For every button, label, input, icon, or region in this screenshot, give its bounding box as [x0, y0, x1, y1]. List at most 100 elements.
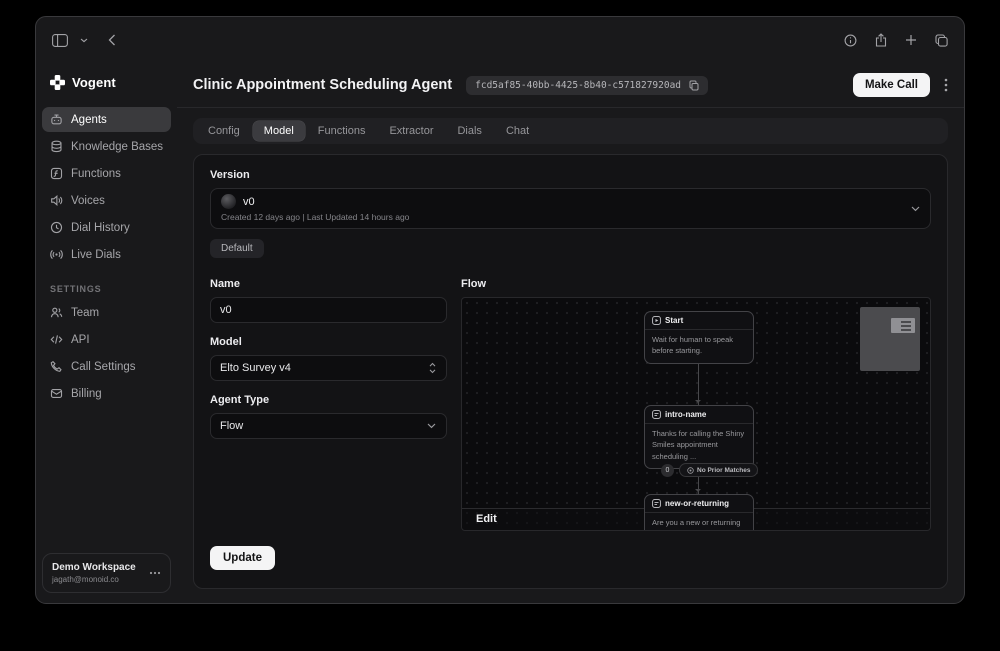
- tab-chat[interactable]: Chat: [495, 121, 540, 141]
- app-window: Vogent Agents Knowledge Bases Functions: [35, 16, 965, 604]
- flow-edit-button[interactable]: Edit: [476, 513, 497, 525]
- flow-node-header: intro-name: [645, 406, 753, 424]
- agents-icon: [50, 113, 63, 126]
- flow-node-body: Thanks for calling the Shiny Smiles appo…: [645, 424, 753, 468]
- agent-tabs: Config Model Functions Extractor Dials C…: [193, 118, 948, 144]
- sidebar-item-live-dials[interactable]: Live Dials: [42, 242, 171, 267]
- flow-node-header: new-or-returning: [645, 495, 753, 513]
- sidebar-item-call-settings[interactable]: Call Settings: [42, 354, 171, 379]
- header-kebab-menu-icon[interactable]: [944, 78, 948, 92]
- flow-node-new-or-returning[interactable]: new-or-returning Are you a new or return…: [644, 494, 754, 531]
- sidebar-item-label: Call Settings: [71, 361, 136, 373]
- sidebar-item-label: Team: [71, 307, 99, 319]
- agent-type-select[interactable]: Flow: [210, 413, 447, 439]
- name-input[interactable]: [210, 297, 447, 323]
- flow-column: Flow Start W: [461, 278, 931, 574]
- tab-overview-icon[interactable]: [935, 34, 948, 47]
- info-icon[interactable]: [844, 34, 857, 47]
- make-call-button[interactable]: Make Call: [853, 73, 930, 97]
- chrome-right-controls: [844, 33, 948, 47]
- window-body: Vogent Agents Knowledge Bases Functions: [36, 63, 964, 603]
- chrome-left-controls: [52, 34, 116, 47]
- version-avatar: [221, 194, 236, 209]
- sidebar-item-billing[interactable]: Billing: [42, 381, 171, 406]
- version-row: v0: [221, 194, 900, 209]
- functions-icon: [50, 167, 63, 180]
- new-tab-icon[interactable]: [905, 34, 917, 46]
- workspace-email: jagath@monoid.co: [52, 575, 136, 584]
- phone-icon: [50, 360, 63, 373]
- sidebar-item-label: Billing: [71, 388, 102, 400]
- flow-node-start[interactable]: Start Wait for human to speak before sta…: [644, 311, 754, 364]
- logo-text: Vogent: [72, 75, 116, 90]
- flow-node-title: intro-name: [665, 410, 706, 419]
- back-icon[interactable]: [108, 34, 116, 46]
- agent-id-value: fcd5af85-40bb-4425-8b40-c571827920ad: [475, 80, 681, 91]
- code-icon: [50, 333, 63, 346]
- form-columns: Name Model Elto Survey v4: [210, 278, 931, 574]
- default-version-chip[interactable]: Default: [210, 239, 264, 258]
- sidebar-item-voices[interactable]: Voices: [42, 188, 171, 213]
- tab-config[interactable]: Config: [197, 121, 251, 141]
- tab-model[interactable]: Model: [253, 121, 305, 141]
- tab-extractor[interactable]: Extractor: [378, 121, 444, 141]
- settings-section-header: SETTINGS: [50, 284, 163, 294]
- prompt-icon: [652, 499, 661, 508]
- flow-node-body: Are you a new or returning patient?: [645, 513, 753, 531]
- sidebar-toggle-icon[interactable]: [52, 34, 68, 47]
- name-field-group: Name: [210, 278, 447, 323]
- agent-type-field-group: Agent Type Flow: [210, 394, 447, 439]
- version-label: Version: [210, 169, 931, 181]
- main-area: Clinic Appointment Scheduling Agent fcd5…: [177, 63, 964, 603]
- tab-dials[interactable]: Dials: [446, 121, 492, 141]
- model-select-value: Elto Survey v4: [220, 362, 291, 374]
- version-select[interactable]: v0 Created 12 days ago | Last Updated 14…: [210, 188, 931, 229]
- knowledge-bases-icon: [50, 140, 63, 153]
- play-icon: [652, 316, 661, 325]
- workspace-menu-icon[interactable]: [149, 571, 161, 575]
- edge-count-badge[interactable]: 0: [661, 464, 674, 477]
- version-meta: Created 12 days ago | Last Updated 14 ho…: [221, 212, 900, 222]
- sidebar-item-label: Knowledge Bases: [71, 141, 163, 153]
- chevron-down-icon: [427, 423, 436, 429]
- voices-icon: [50, 194, 63, 207]
- no-prior-matches-pill[interactable]: No Prior Matches: [679, 463, 758, 477]
- sidebar-item-knowledge-bases[interactable]: Knowledge Bases: [42, 134, 171, 159]
- sidebar-item-label: Voices: [71, 195, 105, 207]
- flow-node-title: Start: [665, 316, 683, 325]
- tab-functions[interactable]: Functions: [307, 121, 377, 141]
- agent-id-badge[interactable]: fcd5af85-40bb-4425-8b40-c571827920ad: [466, 76, 708, 95]
- model-select[interactable]: Elto Survey v4: [210, 355, 447, 381]
- sidebar-item-label: Functions: [71, 168, 121, 180]
- vogent-logo-icon: [50, 75, 65, 90]
- flow-minimap[interactable]: [860, 307, 920, 371]
- sidebar-item-api[interactable]: API: [42, 327, 171, 352]
- sidebar-item-label: API: [71, 334, 90, 346]
- flow-canvas[interactable]: Start Wait for human to speak before sta…: [461, 297, 931, 531]
- sidebar-item-agents[interactable]: Agents: [42, 107, 171, 132]
- sidebar-item-dial-history[interactable]: Dial History: [42, 215, 171, 240]
- flow-node-intro-name[interactable]: intro-name Thanks for calling the Shiny …: [644, 405, 754, 469]
- model-panel: Version v0 Created 12 days ago | Last Up…: [193, 154, 948, 589]
- workspace-card[interactable]: Demo Workspace jagath@monoid.co: [42, 553, 171, 593]
- clock-icon: [50, 221, 63, 234]
- prompt-icon: [652, 410, 661, 419]
- update-button[interactable]: Update: [210, 546, 275, 570]
- flow-node-header: Start: [645, 312, 753, 330]
- sidebar-item-team[interactable]: Team: [42, 300, 171, 325]
- agent-type-label: Agent Type: [210, 394, 447, 406]
- model-label: Model: [210, 336, 447, 348]
- team-icon: [50, 306, 63, 319]
- chevron-down-icon[interactable]: [80, 38, 88, 43]
- page-title: Clinic Appointment Scheduling Agent: [193, 77, 452, 93]
- copy-icon[interactable]: [689, 80, 699, 91]
- window-chrome: [36, 17, 964, 63]
- no-prior-matches-label: No Prior Matches: [697, 467, 750, 474]
- flow-edge-badges: 0 No Prior Matches: [661, 463, 758, 477]
- workspace-info: Demo Workspace jagath@monoid.co: [52, 562, 136, 584]
- billing-icon: [50, 387, 63, 400]
- flow-node-body: Wait for human to speak before starting.: [645, 330, 753, 363]
- sidebar-item-functions[interactable]: Functions: [42, 161, 171, 186]
- flow-node-title: new-or-returning: [665, 499, 729, 508]
- share-icon[interactable]: [875, 33, 887, 47]
